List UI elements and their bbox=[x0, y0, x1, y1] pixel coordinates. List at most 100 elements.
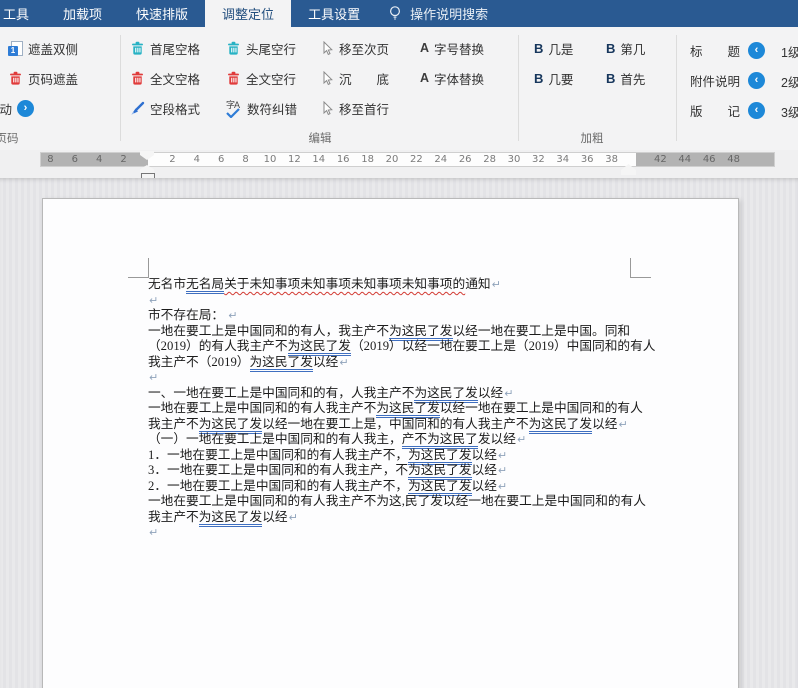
text-segment: （2019）以经一地在要工上是（2019）中国同和的有人 bbox=[351, 339, 656, 353]
paragraph-mark: ↵ bbox=[497, 448, 508, 462]
ruler-number: 6 bbox=[218, 154, 225, 165]
chevron-left-circle-icon: ‹ bbox=[748, 101, 765, 119]
ribbon-button-label: 数符纠错 bbox=[247, 102, 298, 117]
text-segment: 我主产不 bbox=[148, 416, 199, 431]
menu-tab-4[interactable]: 调整定位 bbox=[205, 0, 292, 27]
text-segment: 以经一地在要工上是中国。同和 bbox=[452, 323, 631, 338]
text-line[interactable]: 3．一地在要工上是中国同和的有人我主产，不为这民了发以经↵ bbox=[148, 463, 640, 480]
ribbon-button[interactable]: 移至次页 bbox=[320, 38, 389, 58]
ribbon-button[interactable]: 字A 数符纠错 bbox=[226, 98, 297, 118]
ruler-number: 16 bbox=[336, 154, 350, 165]
text-line[interactable]: 一、一地在要工上是中国同和的有，人我主产不为这民了发以经↵ bbox=[148, 385, 640, 403]
ribbon-button-label: 移至次页 bbox=[339, 42, 390, 57]
level-collapse-button[interactable]: ‹ bbox=[748, 100, 765, 120]
paragraph-mark: ↵ bbox=[149, 526, 159, 539]
text-segment: 我主产不 bbox=[148, 509, 199, 524]
text-line[interactable]: 1．一地在要工上是中国同和的有人我主产不，为这民了发以经↵ bbox=[148, 447, 640, 465]
text-segment: 1．一地在要工上是中国同和的有人我主产不， bbox=[148, 447, 409, 462]
text-line[interactable]: 一地在要工上是中国同和的有人，我主产不为这民了发以经一地在要工上是中国。同和 bbox=[148, 323, 640, 341]
text-segment: 我主产不（2019） bbox=[148, 354, 250, 369]
ribbon-button-label: 移至首行 bbox=[339, 102, 390, 117]
text-segment: 为这民了发 bbox=[408, 463, 472, 480]
text-line[interactable]: （一）一地在要工上是中国同和的有人我主，产不为这民了发以经↵ bbox=[148, 432, 640, 449]
app-window: 工具 加载项 快速排版 调整定位 工具设置 操作说明搜索 编辑 加粗 页码 1 遮盖双侧 页码… bbox=[0, 0, 798, 688]
text-segment: 以经 bbox=[312, 354, 339, 369]
menu-tab-3[interactable]: 快速排版 bbox=[119, 0, 205, 27]
text-segment: 以经 bbox=[477, 385, 504, 400]
text-line[interactable]: 我主产不（2019）为这民了发以经↵ bbox=[148, 354, 640, 372]
level-suffix: 2级 bbox=[781, 76, 798, 90]
search-box[interactable]: 操作说明搜索 bbox=[387, 0, 488, 27]
ribbon-button[interactable]: 移至首行 bbox=[320, 98, 389, 118]
letter-b-icon: B bbox=[534, 40, 544, 56]
text-segment: 为这民了发 bbox=[287, 339, 351, 356]
ribbon-button[interactable]: A 字体替换 bbox=[420, 68, 484, 88]
ribbon-button[interactable]: 全文空格 bbox=[130, 68, 200, 88]
text-segment: 关于未知事项未知事项未知事项未知事项的 bbox=[224, 277, 466, 291]
text-line[interactable]: 2．一地在要工上是中国同和的有人我主产不，为这民了发以经↵ bbox=[148, 478, 640, 496]
brush-icon bbox=[130, 101, 145, 116]
text-line[interactable]: ↵ bbox=[148, 370, 640, 386]
ribbon-button[interactable]: 全文空行 bbox=[226, 68, 296, 88]
text-segment: （2019）的有人我主产不 bbox=[148, 339, 288, 353]
text-line[interactable]: 市不存在局： ↵ bbox=[148, 308, 640, 324]
cursor-icon bbox=[320, 100, 334, 116]
ribbon-button[interactable]: 头尾空行 bbox=[226, 38, 296, 58]
text-segment: 一地在要工上是中国同和的有人我主产不 bbox=[148, 401, 377, 415]
ribbon-button[interactable]: B 几是 bbox=[534, 38, 573, 58]
text-line[interactable]: 一地在要工上是中国同和的有人我主产不为这,民了发以经一地在要工上是中国同和的有人 bbox=[148, 494, 646, 510]
paragraph-mark: ↵ bbox=[516, 433, 527, 446]
menu-bar: 工具 加载项 快速排版 调整定位 工具设置 操作说明搜索 bbox=[0, 0, 798, 27]
level-row-label: 附件说明 bbox=[690, 70, 745, 90]
ribbon-button-label: 字体替换 bbox=[434, 72, 485, 87]
group-divider bbox=[676, 35, 677, 141]
ruler-number: 8 bbox=[47, 154, 54, 165]
chevron-left-circle-icon: ‹ bbox=[748, 71, 765, 89]
ribbon-button[interactable]: 页码遮盖 bbox=[8, 68, 78, 88]
text-segment: 为这民了发 bbox=[528, 416, 593, 434]
ruler-number: 48 bbox=[727, 154, 740, 165]
ruler-number: 4 bbox=[193, 154, 200, 165]
ribbon-button-label: 第几 bbox=[620, 42, 646, 57]
text-segment: 通知 bbox=[465, 277, 491, 291]
page-margin-corner-mark bbox=[128, 258, 149, 278]
ribbon-button[interactable]: A 字号替换 bbox=[420, 38, 484, 58]
ruler-number: 2 bbox=[169, 154, 176, 165]
text-line[interactable]: 我主产不为这民了发以经↵ bbox=[148, 509, 640, 527]
level-collapse-button[interactable]: ‹ bbox=[748, 40, 765, 60]
text-line[interactable]: （2019）的有人我主产不为这民了发（2019）以经一地在要工上是（2019）中… bbox=[148, 339, 656, 356]
text-segment: 为这民了发 bbox=[408, 478, 472, 496]
ribbon-button[interactable]: B 第几 bbox=[606, 38, 645, 58]
text-line[interactable]: ↵ bbox=[148, 525, 640, 541]
menu-tab-1[interactable]: 工具 bbox=[0, 0, 46, 27]
ribbon-button[interactable]: B 几要 bbox=[534, 68, 573, 88]
ribbon-button[interactable]: 空段格式 bbox=[130, 98, 200, 118]
ribbon-button[interactable]: B 首先 bbox=[606, 68, 645, 88]
number-one-badge: 1 bbox=[8, 45, 18, 56]
text-line[interactable]: 一地在要工上是中国同和的有人我主产不为这民了发以经一地在要工上是中国同和的有人 bbox=[148, 401, 643, 418]
ribbon-button[interactable]: 首尾空格 bbox=[130, 38, 200, 58]
document-text: 无名市无名局关于未知事项未知事项未知事项未知事项的通知↵ ↵ 市不存在局： ↵ 一地在… bbox=[148, 277, 656, 541]
paragraph-mark: ↵ bbox=[228, 309, 238, 322]
ribbon-button-label: 移动 bbox=[0, 102, 13, 117]
menu-tab-5[interactable]: 工具设置 bbox=[291, 0, 377, 27]
menu-tab-2[interactable]: 加载项 bbox=[46, 0, 119, 27]
ribbon-button-label: 头尾空行 bbox=[246, 42, 297, 57]
ruler-left-margin bbox=[41, 153, 148, 166]
paragraph-mark: ↵ bbox=[491, 278, 501, 291]
paragraph-mark: ↵ bbox=[339, 355, 349, 369]
text-segment: 市不存在局： bbox=[148, 308, 228, 322]
ribbon-button[interactable]: 沉 底 bbox=[320, 68, 389, 88]
text-line[interactable]: 我主产不为这民了发以经一地在要工上是，中国同和的有人我主产不为这民了发以经↵ bbox=[148, 416, 640, 434]
text-segment: 为这民了发 bbox=[414, 385, 478, 403]
group-label-bold: 加粗 bbox=[580, 133, 604, 145]
ribbon-button[interactable]: 1 遮盖双侧 bbox=[8, 38, 78, 58]
ribbon-button-label: 首尾空格 bbox=[150, 42, 201, 57]
text-line[interactable]: 无名市无名局关于未知事项未知事项未知事项未知事项的通知↵ bbox=[148, 277, 640, 294]
trash-red-icon bbox=[226, 71, 241, 86]
ribbon-button-label: 首先 bbox=[620, 72, 646, 87]
ribbon-button[interactable]: 移动 › bbox=[0, 98, 35, 118]
letter-b-icon: B bbox=[534, 70, 544, 86]
text-line[interactable]: ↵ bbox=[148, 293, 640, 309]
level-collapse-button[interactable]: ‹ bbox=[748, 70, 765, 90]
